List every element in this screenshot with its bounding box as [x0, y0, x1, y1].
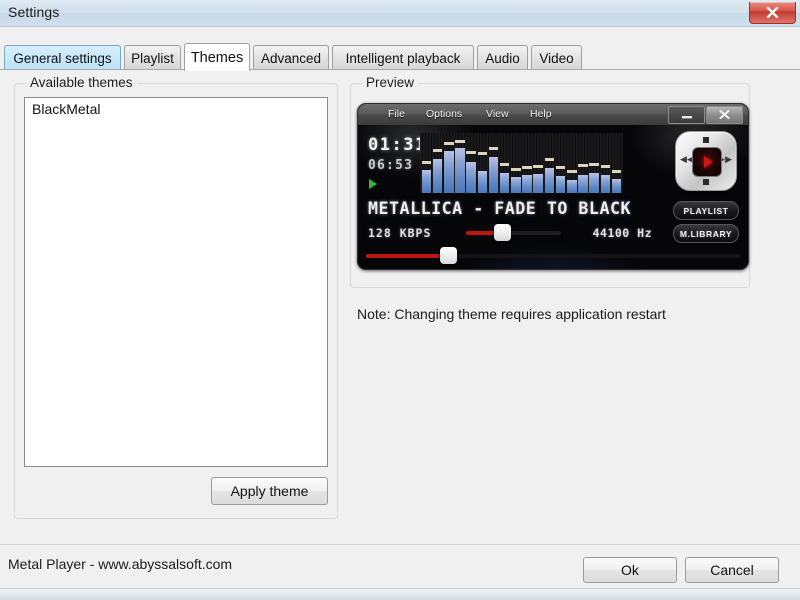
player-menu-file[interactable]: File	[388, 108, 405, 120]
equalizer-bar	[533, 174, 544, 193]
tabstrip-underline	[0, 69, 800, 70]
window-bottom-edge	[0, 588, 800, 600]
equalizer-peak-cap	[533, 165, 544, 169]
player-body: 01:31 06:53 METALLICA - FADE TO BLACK 12…	[358, 125, 748, 269]
equalizer-bar	[589, 173, 599, 193]
tab-themes[interactable]: Themes	[184, 43, 250, 71]
equalizer-peak-cap	[421, 161, 432, 165]
equalizer-peak-cap	[443, 142, 454, 145]
volume-slider-knob[interactable]	[494, 224, 512, 241]
tab-general-settings[interactable]: General settings	[4, 45, 121, 70]
equalizer-peak-cap	[477, 152, 488, 156]
equalizer-peak-cap	[544, 157, 555, 161]
equalizer-bar	[522, 175, 532, 193]
close-x-icon	[766, 7, 779, 18]
playlist-button[interactable]: PLAYLIST	[673, 201, 739, 220]
equalizer-bar	[443, 151, 454, 193]
available-themes-label: Available themes	[26, 75, 137, 90]
equalizer-bar	[466, 161, 476, 193]
equalizer-bar	[499, 172, 510, 193]
equalizer-peak-cap	[600, 165, 611, 168]
play-icon	[704, 156, 713, 168]
equalizer-bar	[421, 170, 432, 193]
equalizer-bar	[611, 178, 622, 193]
equalizer-bar	[511, 177, 521, 193]
equalizer-bar	[432, 159, 443, 193]
equalizer-bar	[567, 179, 577, 193]
apply-theme-button[interactable]: Apply theme	[211, 477, 328, 505]
settings-tabstrip: General settings Playlist Themes Advance…	[0, 43, 800, 71]
ok-button[interactable]: Ok	[583, 557, 677, 583]
play-button[interactable]	[692, 147, 722, 177]
player-menu-help[interactable]: Help	[530, 108, 552, 120]
elapsed-time-display: 01:31	[368, 135, 427, 155]
equalizer-peak-cap	[589, 163, 599, 167]
equalizer-peak-cap	[555, 166, 566, 170]
player-menubar: File Options View Help	[358, 104, 748, 125]
preview-label: Preview	[362, 75, 419, 90]
seek-slider[interactable]	[366, 254, 740, 258]
samplerate-display: 44100 Hz	[592, 226, 652, 240]
equalizer-peak-cap	[466, 150, 476, 154]
transport-control-pad: ◀◀ ▶▶	[675, 131, 737, 191]
equalizer-peak-cap	[578, 164, 588, 167]
cancel-button[interactable]: Cancel	[685, 557, 779, 583]
equalizer-peak-cap	[455, 140, 465, 143]
total-time-display: 06:53	[368, 158, 414, 173]
equalizer-bar	[488, 157, 499, 193]
tab-intelligent-playback[interactable]: Intelligent playback	[332, 45, 474, 70]
settings-window: Settings General settings Playlist Theme…	[0, 0, 800, 600]
seek-slider-knob[interactable]	[440, 247, 458, 264]
volume-slider[interactable]	[466, 231, 561, 235]
player-menu-view[interactable]: View	[486, 108, 509, 120]
window-titlebar: Settings	[0, 0, 800, 27]
equalizer-bar	[544, 167, 555, 193]
footer-separator	[0, 544, 800, 545]
equalizer-visualizer	[420, 133, 623, 193]
player-close-button[interactable]	[706, 106, 743, 124]
player-menu-options[interactable]: Options	[426, 108, 462, 120]
equalizer-peak-cap	[432, 149, 443, 153]
equalizer-bar	[578, 175, 588, 193]
tab-advanced[interactable]: Advanced	[253, 45, 329, 70]
theme-preview-player: File Options View Help 01:31 06:53 METAL…	[357, 103, 749, 270]
equalizer-bar	[600, 175, 611, 193]
media-library-button[interactable]: M.LIBRARY	[673, 224, 739, 243]
tab-audio[interactable]: Audio	[477, 45, 528, 70]
tab-video[interactable]: Video	[531, 45, 582, 70]
equalizer-peak-cap	[567, 169, 577, 173]
equalizer-peak-cap	[488, 147, 499, 150]
window-close-button[interactable]	[749, 2, 796, 24]
minimize-icon	[681, 106, 693, 124]
equalizer-bar	[455, 148, 465, 193]
equalizer-peak-cap	[522, 166, 532, 169]
themes-listbox[interactable]: BlackMetal	[24, 97, 328, 467]
track-title-display: METALLICA - FADE TO BLACK	[368, 199, 632, 219]
window-title: Settings	[8, 4, 60, 20]
seek-slider-fill	[366, 254, 449, 258]
eject-icon[interactable]	[703, 137, 709, 143]
list-item[interactable]: BlackMetal	[25, 98, 327, 120]
play-triangle-icon	[369, 179, 377, 189]
player-minimize-button[interactable]	[668, 106, 705, 124]
close-x-icon	[719, 106, 730, 124]
bitrate-display: 128 KBPS	[368, 226, 432, 240]
stop-icon[interactable]	[703, 179, 709, 185]
equalizer-peak-cap	[511, 168, 521, 172]
equalizer-peak-cap	[611, 169, 622, 173]
theme-restart-note: Note: Changing theme requires applicatio…	[357, 306, 666, 322]
footer-status-text: Metal Player - www.abyssalsoft.com	[8, 556, 233, 572]
tab-playlist[interactable]: Playlist	[124, 45, 181, 70]
equalizer-bar	[555, 176, 566, 193]
equalizer-peak-cap	[499, 162, 510, 166]
equalizer-bar	[477, 171, 488, 193]
